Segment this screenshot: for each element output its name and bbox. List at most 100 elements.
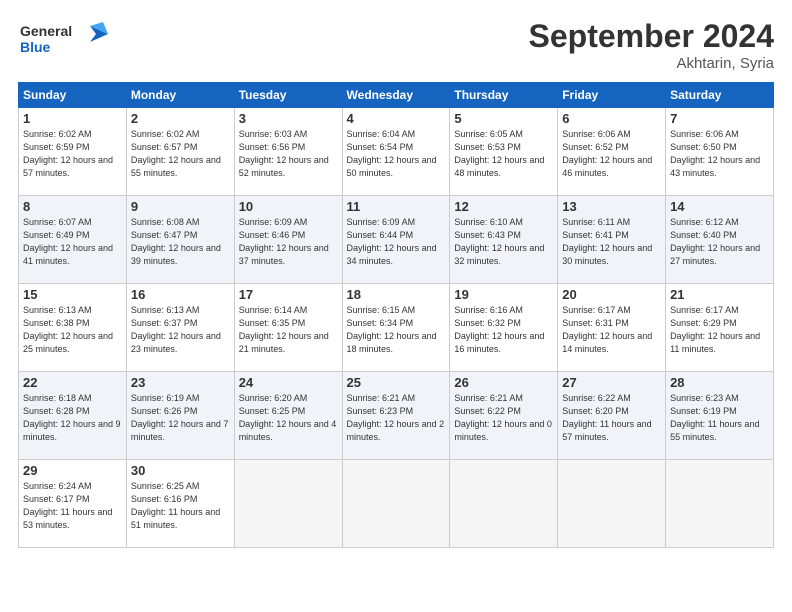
day-info: Sunrise: 6:02 AMSunset: 6:59 PMDaylight:… [23, 128, 122, 180]
day-number: 4 [347, 111, 446, 126]
table-row [666, 460, 774, 548]
day-number: 8 [23, 199, 122, 214]
day-number: 25 [347, 375, 446, 390]
day-info: Sunrise: 6:07 AMSunset: 6:49 PMDaylight:… [23, 216, 122, 268]
day-number: 16 [131, 287, 230, 302]
day-number: 18 [347, 287, 446, 302]
day-number: 22 [23, 375, 122, 390]
day-number: 7 [670, 111, 769, 126]
location: Akhtarin, Syria [529, 55, 774, 72]
day-number: 6 [562, 111, 661, 126]
table-row: 15 Sunrise: 6:13 AMSunset: 6:38 PMDayligh… [19, 284, 127, 372]
day-number: 9 [131, 199, 230, 214]
header: General Blue September 2024 Akhtarin, Sy… [18, 18, 774, 72]
table-row: 8 Sunrise: 6:07 AMSunset: 6:49 PMDaylight… [19, 196, 127, 284]
day-info: Sunrise: 6:19 AMSunset: 6:26 PMDaylight:… [131, 392, 230, 444]
day-info: Sunrise: 6:21 AMSunset: 6:22 PMDaylight:… [454, 392, 553, 444]
day-number: 13 [562, 199, 661, 214]
day-number: 11 [347, 199, 446, 214]
col-monday: Monday [126, 83, 234, 108]
month-title: September 2024 [529, 18, 774, 55]
table-row: 20 Sunrise: 6:17 AMSunset: 6:31 PMDayligh… [558, 284, 666, 372]
day-info: Sunrise: 6:10 AMSunset: 6:43 PMDaylight:… [454, 216, 553, 268]
day-number: 29 [23, 463, 122, 478]
title-block: September 2024 Akhtarin, Syria [529, 18, 774, 72]
table-row: 4 Sunrise: 6:04 AMSunset: 6:54 PMDaylight… [342, 108, 450, 196]
day-info: Sunrise: 6:13 AMSunset: 6:37 PMDaylight:… [131, 304, 230, 356]
calendar-week-row: 15 Sunrise: 6:13 AMSunset: 6:38 PMDayligh… [19, 284, 774, 372]
day-info: Sunrise: 6:21 AMSunset: 6:23 PMDaylight:… [347, 392, 446, 444]
day-info: Sunrise: 6:18 AMSunset: 6:28 PMDaylight:… [23, 392, 122, 444]
logo: General Blue [18, 18, 108, 63]
table-row: 13 Sunrise: 6:11 AMSunset: 6:41 PMDayligh… [558, 196, 666, 284]
logo-text: General Blue [18, 18, 108, 63]
day-number: 19 [454, 287, 553, 302]
day-number: 1 [23, 111, 122, 126]
day-number: 15 [23, 287, 122, 302]
table-row: 19 Sunrise: 6:16 AMSunset: 6:32 PMDayligh… [450, 284, 558, 372]
table-row: 2Sunrise: 6:02 AMSunset: 6:57 PMDaylight… [126, 108, 234, 196]
day-info: Sunrise: 6:15 AMSunset: 6:34 PMDaylight:… [347, 304, 446, 356]
day-info: Sunrise: 6:13 AMSunset: 6:38 PMDaylight:… [23, 304, 122, 356]
day-info: Sunrise: 6:23 AMSunset: 6:19 PMDaylight:… [670, 392, 769, 444]
day-info: Sunrise: 6:22 AMSunset: 6:20 PMDaylight:… [562, 392, 661, 444]
page: General Blue September 2024 Akhtarin, Sy… [0, 0, 792, 612]
table-row: 9 Sunrise: 6:08 AMSunset: 6:47 PMDaylight… [126, 196, 234, 284]
col-sunday: Sunday [19, 83, 127, 108]
svg-text:Blue: Blue [20, 39, 51, 55]
day-info: Sunrise: 6:04 AMSunset: 6:54 PMDaylight:… [347, 128, 446, 180]
day-info: Sunrise: 6:06 AMSunset: 6:52 PMDaylight:… [562, 128, 661, 180]
table-row: 28 Sunrise: 6:23 AMSunset: 6:19 PMDayligh… [666, 372, 774, 460]
table-row: 5 Sunrise: 6:05 AMSunset: 6:53 PMDaylight… [450, 108, 558, 196]
day-info: Sunrise: 6:12 AMSunset: 6:40 PMDaylight:… [670, 216, 769, 268]
table-row: 17Sunrise: 6:14 AMSunset: 6:35 PMDayligh… [234, 284, 342, 372]
day-info: Sunrise: 6:02 AMSunset: 6:57 PMDaylight:… [131, 128, 230, 180]
day-info: Sunrise: 6:20 AMSunset: 6:25 PMDaylight:… [239, 392, 338, 444]
day-info: Sunrise: 6:11 AMSunset: 6:41 PMDaylight:… [562, 216, 661, 268]
day-info: Sunrise: 6:05 AMSunset: 6:53 PMDaylight:… [454, 128, 553, 180]
svg-text:General: General [20, 23, 72, 39]
table-row: 22 Sunrise: 6:18 AMSunset: 6:28 PMDayligh… [19, 372, 127, 460]
day-info: Sunrise: 6:09 AMSunset: 6:46 PMDaylight:… [239, 216, 338, 268]
table-row: 26 Sunrise: 6:21 AMSunset: 6:22 PMDayligh… [450, 372, 558, 460]
calendar-week-row: 8 Sunrise: 6:07 AMSunset: 6:49 PMDaylight… [19, 196, 774, 284]
table-row [450, 460, 558, 548]
table-row [234, 460, 342, 548]
table-row: 3 Sunrise: 6:03 AMSunset: 6:56 PMDaylight… [234, 108, 342, 196]
day-number: 14 [670, 199, 769, 214]
table-row [342, 460, 450, 548]
day-info: Sunrise: 6:06 AMSunset: 6:50 PMDaylight:… [670, 128, 769, 180]
day-info: Sunrise: 6:17 AMSunset: 6:29 PMDaylight:… [670, 304, 769, 356]
col-saturday: Saturday [666, 83, 774, 108]
calendar-week-row: 1 Sunrise: 6:02 AMSunset: 6:59 PMDaylight… [19, 108, 774, 196]
day-info: Sunrise: 6:08 AMSunset: 6:47 PMDaylight:… [131, 216, 230, 268]
day-info: Sunrise: 6:03 AMSunset: 6:56 PMDaylight:… [239, 128, 338, 180]
day-number: 23 [131, 375, 230, 390]
table-row: 14 Sunrise: 6:12 AMSunset: 6:40 PMDayligh… [666, 196, 774, 284]
day-info: Sunrise: 6:25 AMSunset: 6:16 PMDaylight:… [131, 480, 230, 532]
table-row: 10Sunrise: 6:09 AMSunset: 6:46 PMDayligh… [234, 196, 342, 284]
table-row: 21 Sunrise: 6:17 AMSunset: 6:29 PMDayligh… [666, 284, 774, 372]
table-row: 23 Sunrise: 6:19 AMSunset: 6:26 PMDayligh… [126, 372, 234, 460]
day-info: Sunrise: 6:16 AMSunset: 6:32 PMDaylight:… [454, 304, 553, 356]
table-row: 1 Sunrise: 6:02 AMSunset: 6:59 PMDaylight… [19, 108, 127, 196]
table-row: 18 Sunrise: 6:15 AMSunset: 6:34 PMDayligh… [342, 284, 450, 372]
table-row: 7 Sunrise: 6:06 AMSunset: 6:50 PMDaylight… [666, 108, 774, 196]
table-row: 12 Sunrise: 6:10 AMSunset: 6:43 PMDayligh… [450, 196, 558, 284]
day-info: Sunrise: 6:17 AMSunset: 6:31 PMDaylight:… [562, 304, 661, 356]
table-row: 16 Sunrise: 6:13 AMSunset: 6:37 PMDayligh… [126, 284, 234, 372]
table-row: 25 Sunrise: 6:21 AMSunset: 6:23 PMDayligh… [342, 372, 450, 460]
day-number: 26 [454, 375, 553, 390]
table-row: 29Sunrise: 6:24 AMSunset: 6:17 PMDayligh… [19, 460, 127, 548]
calendar-table: Sunday Monday Tuesday Wednesday Thursday… [18, 82, 774, 548]
day-info: Sunrise: 6:14 AMSunset: 6:35 PMDaylight:… [239, 304, 338, 356]
day-number: 20 [562, 287, 661, 302]
day-number: 28 [670, 375, 769, 390]
table-row [558, 460, 666, 548]
col-wednesday: Wednesday [342, 83, 450, 108]
day-number: 12 [454, 199, 553, 214]
day-number: 21 [670, 287, 769, 302]
day-number: 5 [454, 111, 553, 126]
header-row: Sunday Monday Tuesday Wednesday Thursday… [19, 83, 774, 108]
day-number: 3 [239, 111, 338, 126]
